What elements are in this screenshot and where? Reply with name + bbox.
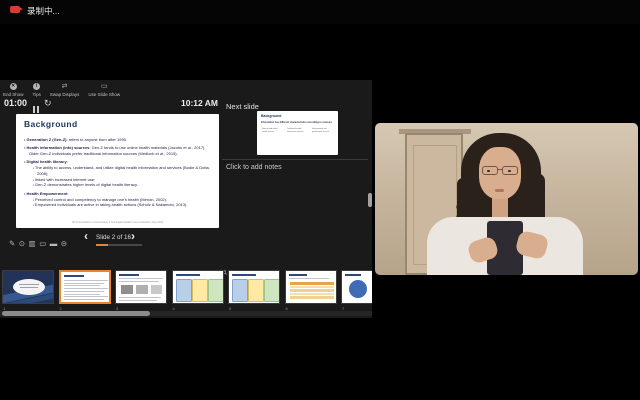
elapsed-timer: 01:00 bbox=[4, 98, 27, 108]
shared-presenter-view: ✕ End Show i Tips ⇄ Swap Displays ▭ Use Slide S… bbox=[0, 80, 372, 318]
filmstrip-thumb-7[interactable] bbox=[341, 270, 372, 304]
slide-counter: Slide 2 of 16 bbox=[96, 234, 131, 241]
hide-slide-icon[interactable]: ⊖ bbox=[61, 239, 67, 248]
toolbar-swap-displays[interactable]: ⇄ Swap Displays bbox=[50, 83, 80, 97]
slide-sub-bullet: The ability to access, understand, and u… bbox=[33, 165, 214, 177]
slide-title: Background bbox=[24, 119, 78, 129]
glasses-left-lens bbox=[482, 166, 498, 175]
laser-pointer-icon[interactable]: ⊙ bbox=[19, 239, 25, 248]
notes-divider bbox=[222, 159, 368, 160]
toolbar-item-label: End Show bbox=[3, 92, 24, 97]
filmstrip-thumb-1[interactable] bbox=[2, 270, 54, 304]
next-slide-button[interactable]: › bbox=[131, 229, 135, 243]
toolbar-tips[interactable]: i Tips bbox=[33, 83, 41, 97]
annotation-tools: ✎ ⊙ ▥▭ ▬⊖ bbox=[9, 233, 71, 251]
next-slide-column: Interpersonal and professional sources bbox=[312, 128, 333, 133]
slide-bullets: Generation Z (Gen-Z): refers to anyone b… bbox=[24, 134, 214, 208]
bullet-lead: Generation Z (Gen-Z) bbox=[27, 137, 67, 142]
next-slide-title: Background bbox=[261, 114, 281, 118]
toolbar-item-label: Use Slide Show bbox=[88, 92, 120, 97]
presenter-eye-right bbox=[508, 170, 511, 172]
ppt-toolbar: ✕ End Show i Tips ⇄ Swap Displays ▭ Use Slide S… bbox=[3, 83, 120, 97]
panel-resize-handle[interactable] bbox=[368, 193, 372, 207]
next-slide-label: Next slide bbox=[226, 102, 259, 111]
slide-footnote: 4th Presentation on Generation Z and Dig… bbox=[16, 221, 219, 224]
use-slide-show-icon: ▭ bbox=[101, 83, 108, 90]
bullet-lead: Health information (info) sources bbox=[27, 145, 90, 150]
meeting-screen: 录制中... ✕ End Show i Tips ⇄ Swap Displays ▭ Use … bbox=[0, 0, 640, 400]
filmstrip-scrollbar-track[interactable] bbox=[0, 311, 372, 316]
bullet-text: : bbox=[67, 191, 68, 196]
filmstrip-thumb-5[interactable] bbox=[228, 270, 280, 304]
filmstrip-thumb-2[interactable] bbox=[59, 270, 111, 304]
black-screen-icon[interactable]: ▬ bbox=[50, 239, 58, 248]
toolbar-item-label: Swap Displays bbox=[50, 92, 80, 97]
notes-placeholder[interactable]: Click to add notes bbox=[226, 164, 282, 171]
filmstrip-thumb-3[interactable] bbox=[115, 270, 167, 304]
slide-bullet: Generation Z (Gen-Z): refers to anyone b… bbox=[24, 137, 214, 143]
restart-timer-icon[interactable]: ↻ bbox=[44, 98, 52, 109]
glasses-bridge bbox=[497, 169, 503, 170]
next-slide-column: Traditional media information sources bbox=[287, 128, 308, 133]
slide-sub-bullet: Empowered individuals are active in taki… bbox=[33, 202, 214, 208]
bullet-lead: Health Empowerment bbox=[27, 191, 68, 196]
filmstrip-thumb-4[interactable] bbox=[172, 270, 224, 304]
next-slide-column: Internet and online health sources bbox=[262, 128, 283, 133]
presenter-eye-left bbox=[487, 170, 490, 172]
subtitle-toggle-icon[interactable]: ▭ bbox=[39, 239, 46, 248]
next-slide-bullet: Information has different characteristic… bbox=[261, 121, 335, 124]
current-slide: Background Generation Z (Gen-Z): refers … bbox=[16, 114, 219, 228]
thumb-art bbox=[286, 271, 336, 303]
slide-sub-bullet: Gen-Z demonstrates higher levels of digi… bbox=[33, 182, 214, 188]
bullet-lead: Digital health literacy bbox=[27, 159, 67, 164]
slide-bullet: Health information (info) sources: Gen-Z… bbox=[24, 145, 214, 157]
bullet-text: : refers to anyone born after 1995. bbox=[67, 137, 127, 142]
toolbar-item-label: Tips bbox=[33, 92, 41, 97]
current-time: 10:12 AM bbox=[150, 98, 218, 108]
slide-progress-fill bbox=[96, 244, 108, 246]
thumb-art bbox=[61, 272, 109, 302]
webcam-video-tile[interactable] bbox=[375, 123, 638, 275]
next-slide-preview[interactable]: Background Information has different cha… bbox=[257, 111, 338, 155]
toolbar-end-show[interactable]: ✕ End Show bbox=[3, 83, 24, 97]
recording-status-label[interactable]: 录制中... bbox=[27, 5, 60, 17]
thumb-art bbox=[116, 271, 166, 303]
thumb-art bbox=[342, 271, 372, 303]
pen-tool-icon[interactable]: ✎ bbox=[9, 239, 15, 248]
thumb-art bbox=[173, 271, 223, 303]
filmstrip-scrollbar-thumb[interactable] bbox=[2, 311, 150, 316]
slide-progress-track bbox=[96, 244, 142, 246]
tips-icon: i bbox=[33, 83, 40, 90]
previous-slide-button[interactable]: ‹ bbox=[84, 229, 88, 243]
toolbar-use-slide-show[interactable]: ▭ Use Slide Show bbox=[88, 83, 120, 97]
highlighter-tool-icon[interactable]: ▥ bbox=[29, 239, 36, 248]
swap-displays-icon: ⇄ bbox=[62, 83, 68, 90]
thumb-art bbox=[229, 271, 279, 303]
next-slide-columns: Internet and online health sources Tradit… bbox=[262, 128, 333, 133]
end-show-icon: ✕ bbox=[10, 83, 17, 90]
recording-camera-icon[interactable] bbox=[10, 6, 20, 13]
presenter-mouth bbox=[495, 189, 504, 192]
thumb-art bbox=[3, 271, 53, 303]
bullet-text: : bbox=[67, 159, 68, 164]
filmstrip-thumb-6[interactable] bbox=[285, 270, 337, 304]
meeting-top-bar: 录制中... bbox=[0, 0, 640, 24]
